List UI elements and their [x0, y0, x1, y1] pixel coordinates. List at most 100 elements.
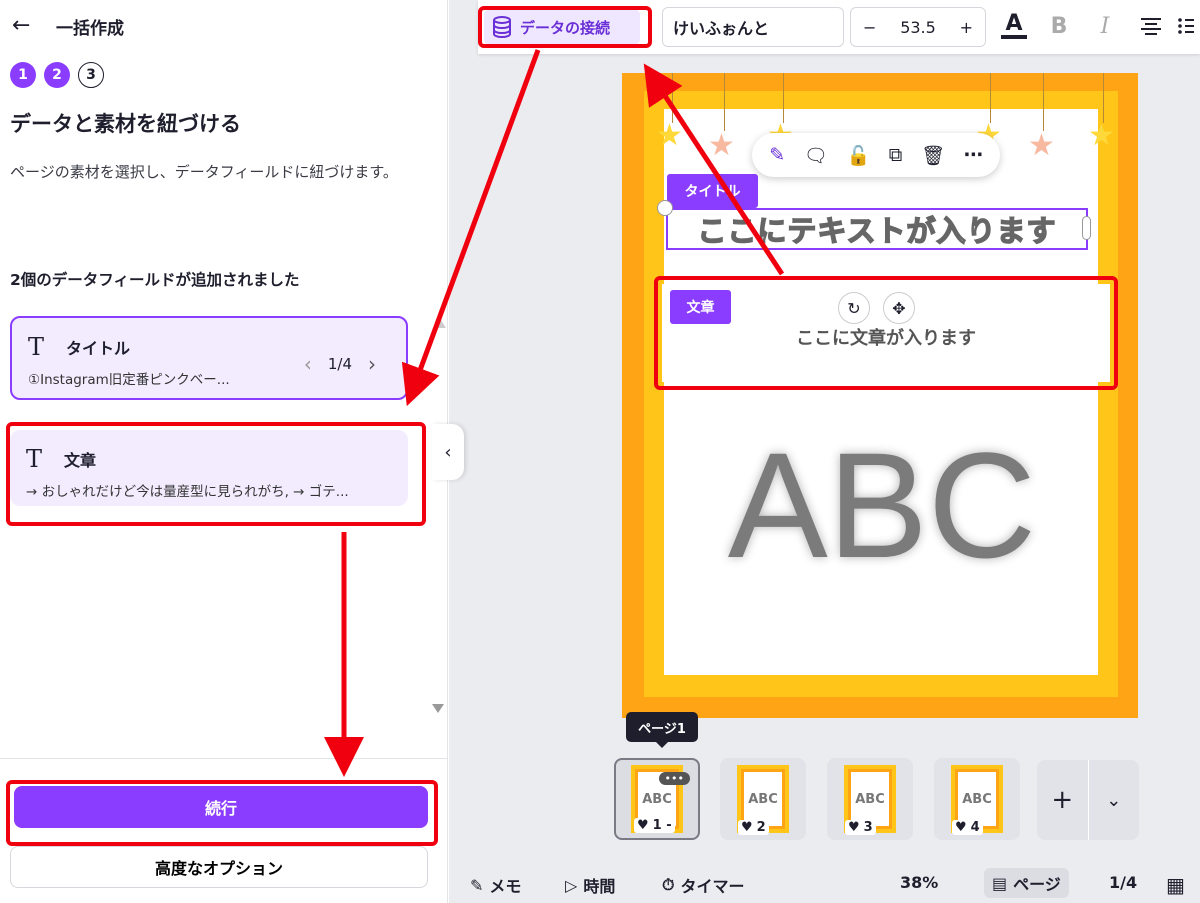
page-thumbnail-3[interactable]: ABC ♥ 3 [827, 758, 913, 840]
memo-button[interactable]: ✎ メモ [470, 873, 521, 897]
page-thumbnail-1[interactable]: ABC ••• ♥ 1 - [614, 758, 700, 840]
collapse-panel-button[interactable]: ‹ [432, 424, 464, 480]
magic-edit-icon[interactable]: ✎ [769, 144, 785, 166]
timer-icon: ⏱ [662, 875, 675, 894]
align-lines [1141, 18, 1161, 35]
field-preview: → おしゃれだけど今は量産型に見られがち, → ゴテ... [26, 484, 349, 500]
font-size-stepper[interactable]: − 53.5 + [850, 7, 986, 47]
move-icon[interactable]: ✥ [883, 292, 915, 324]
step-indicator: 1 2 3 [10, 62, 104, 88]
lock-icon[interactable]: 🔓 [847, 144, 871, 167]
text-type-icon: T [26, 445, 43, 473]
rotate-icon[interactable]: ↻ [838, 292, 870, 324]
panel-title: 一括作成 [56, 18, 124, 39]
thumb-label: ABC [851, 772, 889, 826]
chevron-right-icon[interactable]: › [368, 352, 376, 376]
page-thumbnail-2[interactable]: ABC ♥ 2 [720, 758, 806, 840]
abc-graphic-text[interactable]: ABC [666, 420, 1098, 590]
thumb-number-value: 2 [756, 820, 766, 835]
element-floating-toolbar: ✎ 🗨 🔓 ⧉ 🗑 ⋯ [752, 133, 1000, 177]
duplicate-icon[interactable]: ⧉ [889, 144, 903, 166]
page-tooltip: ページ1 [626, 712, 698, 748]
star-icon: ★ [1088, 118, 1115, 153]
back-arrow-icon[interactable]: ← [12, 12, 38, 40]
data-connect-label: データの接続 [520, 18, 611, 37]
text-type-icon: T [28, 333, 45, 361]
thumb-number-value: 4 [970, 820, 980, 835]
add-page-group: + ⌄ [1037, 760, 1139, 840]
page-thumbnail-4[interactable]: ABC ♥ 4 [934, 758, 1020, 840]
step-1[interactable]: 1 [10, 62, 36, 88]
memo-label: メモ [489, 877, 522, 896]
font-size-value[interactable]: 53.5 [900, 18, 936, 37]
heart-icon: ♥ [637, 818, 649, 833]
chevron-down-icon[interactable]: ⌄ [1087, 760, 1140, 840]
advanced-options-button[interactable]: 高度なオプション [10, 846, 428, 888]
step-2[interactable]: 2 [44, 62, 70, 88]
data-field-title[interactable]: T タイトル ①Instagram旧定番ピンクベー... ‹ 1/4 › [10, 316, 408, 400]
field-pager: ‹ 1/4 › [304, 352, 376, 376]
bottom-bar [449, 866, 1200, 903]
align-center-icon[interactable] [1136, 10, 1166, 42]
star-string [783, 73, 784, 123]
heart-icon: ♥ [741, 820, 753, 835]
star-string [990, 73, 991, 123]
comment-add-icon[interactable]: 🗨 [804, 144, 828, 167]
more-options-icon[interactable]: ••• [658, 772, 690, 785]
page-view-button[interactable]: ▤ ページ [984, 868, 1069, 898]
thumb-number-value: 3 [863, 820, 873, 835]
panel-description: ページの素材を選択し、データフィールドに紐づけます。 [10, 163, 398, 181]
page-view-icon: ▤ [992, 873, 1008, 893]
data-connect-button[interactable]: データの接続 [484, 9, 640, 45]
step-3: 3 [78, 62, 104, 88]
scroll-up-icon[interactable] [436, 320, 446, 328]
star-icon: ★ [1028, 128, 1055, 163]
title-text-element[interactable]: ここにテキストが入ります [666, 208, 1088, 250]
time-button[interactable]: ▷ 時間 [565, 873, 615, 897]
star-string [1103, 73, 1104, 123]
data-field-body[interactable]: T 文章 → おしゃれだけど今は量産型に見られがち, → ゴテ... [10, 430, 408, 506]
thumb-number: ♥ 1 - [634, 818, 675, 833]
trash-icon[interactable]: 🗑 [921, 144, 945, 167]
divider [0, 758, 448, 759]
list-icon[interactable] [1176, 10, 1196, 42]
thumb-number: ♥ 2 [738, 820, 769, 835]
increase-size-button[interactable]: + [960, 18, 973, 37]
panel-heading: データと素材を紐づける [10, 112, 241, 136]
page-count[interactable]: 1/4 [1109, 873, 1137, 892]
thumb-label: ABC [744, 772, 782, 826]
field-name: 文章 [64, 451, 97, 470]
heart-icon: ♥ [848, 820, 860, 835]
star-string [1043, 73, 1044, 131]
timer-button[interactable]: ⏱ タイマー [662, 873, 745, 897]
star-string [724, 73, 725, 131]
continue-button[interactable]: 続行 [14, 786, 428, 828]
star-icon: ★ [708, 128, 735, 163]
memo-icon: ✎ [470, 875, 484, 895]
database-icon [493, 16, 511, 38]
thumb-number: ♥ 4 [952, 820, 983, 835]
text-color-icon[interactable]: A [998, 10, 1030, 42]
scroll-down-icon[interactable] [432, 704, 444, 713]
decrease-size-button[interactable]: − [863, 18, 876, 37]
zoom-value[interactable]: 38% [900, 873, 938, 892]
time-label: 時間 [583, 877, 616, 896]
star-string [672, 73, 673, 123]
pager-value: 1/4 [327, 355, 352, 373]
grid-view-icon[interactable]: ▦ [1166, 873, 1185, 897]
italic-icon[interactable]: I [1092, 10, 1118, 42]
heart-icon: ♥ [955, 820, 967, 835]
fields-added-text: 2個のデータフィールドが追加されました [10, 271, 300, 289]
page-view-label: ページ [1013, 875, 1061, 894]
bold-icon[interactable]: B [1046, 10, 1072, 42]
more-options-icon[interactable]: ⋯ [964, 144, 983, 166]
thumb-number: ♥ 3 [845, 820, 876, 835]
add-page-button[interactable]: + [1037, 760, 1088, 840]
font-select[interactable]: けいふぉんと [662, 7, 844, 47]
body-field-tag: 文章 [670, 290, 731, 324]
resize-handle[interactable] [1082, 216, 1091, 240]
rotate-handle[interactable] [657, 200, 673, 216]
bulk-create-panel: ← 一括作成 1 2 3 データと素材を紐づける ページの素材を選択し、データフ… [0, 0, 448, 903]
title-field-tag: タイトル [667, 174, 758, 208]
chevron-left-icon[interactable]: ‹ [304, 352, 312, 376]
